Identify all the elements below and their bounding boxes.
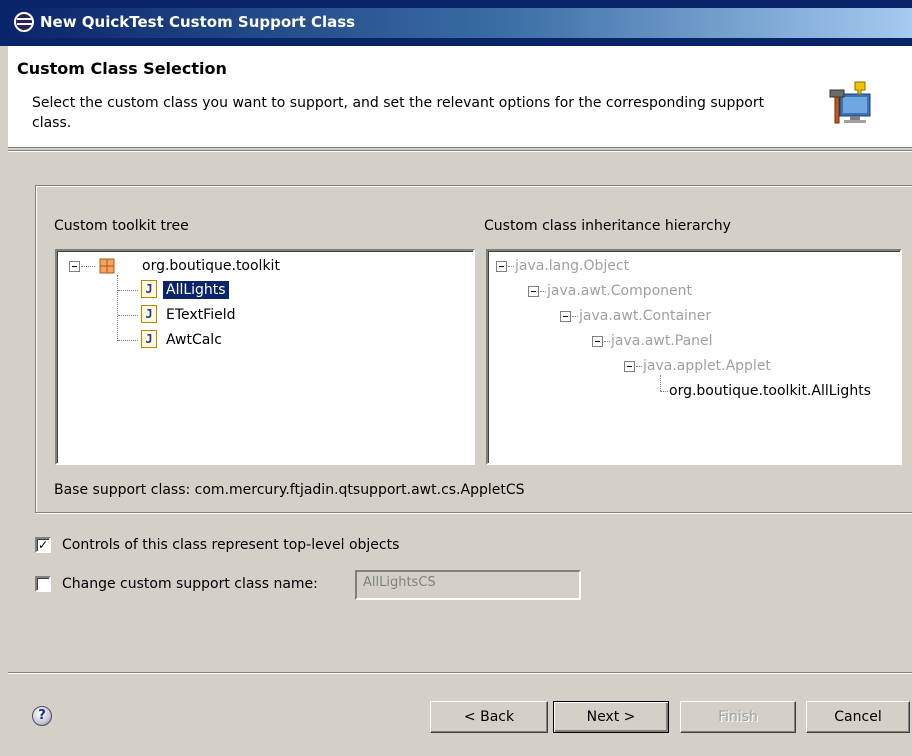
class-name-field[interactable]: AllLightsCS — [355, 570, 581, 600]
tree-root-node[interactable]: org.boutique.toolkit — [139, 255, 283, 277]
wizard-hammer-icon — [829, 81, 871, 124]
page-description: Select the custom class you want to supp… — [32, 95, 765, 131]
tree-item-alllights[interactable]: AllLights — [163, 279, 229, 301]
tree-connector — [118, 340, 138, 341]
collapse-icon[interactable] — [560, 311, 571, 322]
wizard-header: Custom Class Selection Select the custom… — [8, 46, 912, 148]
collapse-icon[interactable] — [592, 336, 603, 347]
title-bar: New QuickTest Custom Support Class — [0, 0, 912, 46]
hierarchy-label-text: java.awt.Panel — [611, 333, 713, 349]
hierarchy-label-text: java.lang.Object — [515, 258, 630, 274]
hierarchy-label-text: org.boutique.toolkit.AllLights — [669, 383, 871, 399]
tree-connector — [118, 290, 138, 291]
header-separator — [8, 150, 912, 152]
tree-item-label: AwtCalc — [166, 332, 222, 348]
hierarchy-node-alllights: org.boutique.toolkit.AllLights — [666, 380, 874, 402]
button-bar-separator — [8, 672, 912, 674]
hierarchy-node-container: java.awt.Container — [576, 305, 714, 327]
tree-item-label: AllLights — [163, 281, 229, 299]
back-button[interactable]: < Back — [430, 701, 548, 733]
window-title: New QuickTest Custom Support Class — [40, 13, 356, 31]
base-support-class: Base support class: com.mercury.ftjadin.… — [54, 482, 525, 498]
hierarchy-label-text: java.awt.Container — [579, 308, 712, 324]
collapse-icon[interactable] — [624, 361, 635, 372]
eclipse-app-icon — [14, 12, 34, 32]
tree-connector — [117, 275, 118, 341]
hierarchy-label: Custom class inheritance hierarchy — [484, 218, 731, 234]
collapse-icon[interactable] — [496, 261, 507, 272]
java-file-icon: J — [141, 280, 157, 298]
tree-connector — [81, 266, 95, 267]
tree-connector — [118, 315, 138, 316]
hierarchy-label-text: java.applet.Applet — [643, 358, 771, 374]
collapse-icon[interactable] — [528, 286, 539, 297]
tree-item-etextfield[interactable]: ETextField — [163, 304, 238, 326]
help-icon[interactable]: ? — [32, 706, 52, 726]
top-level-label[interactable]: Controls of this class represent top-lev… — [62, 537, 399, 553]
java-file-icon: J — [141, 330, 157, 348]
hierarchy-node-component: java.awt.Component — [544, 280, 695, 302]
toolkit-tree[interactable]: org.boutique.toolkit J AllLights J EText… — [55, 249, 475, 465]
hierarchy-node-object: java.lang.Object — [512, 255, 632, 277]
hierarchy-label-text: java.awt.Component — [547, 283, 693, 299]
tree-root-label: org.boutique.toolkit — [142, 258, 280, 274]
collapse-icon[interactable] — [69, 261, 80, 272]
hierarchy-node-panel: java.awt.Panel — [608, 330, 716, 352]
java-file-icon: J — [141, 305, 157, 323]
tree-item-awtcalc[interactable]: AwtCalc — [163, 329, 225, 351]
package-icon — [99, 258, 115, 274]
toolkit-tree-label: Custom toolkit tree — [54, 218, 189, 234]
tree-connector — [660, 375, 661, 391]
hierarchy-tree[interactable]: java.lang.Object java.awt.Component java… — [486, 249, 902, 465]
change-name-label[interactable]: Change custom support class name: — [62, 576, 318, 592]
hierarchy-node-applet: java.applet.Applet — [640, 355, 774, 377]
top-level-checkbox[interactable]: ✓ — [35, 537, 51, 553]
next-button[interactable]: Next > — [553, 701, 669, 733]
page-title: Custom Class Selection — [17, 59, 227, 78]
tree-item-label: ETextField — [166, 307, 236, 323]
change-name-checkbox[interactable] — [35, 576, 51, 592]
cancel-button[interactable]: Cancel — [806, 701, 910, 733]
finish-button[interactable]: Finish — [680, 701, 796, 733]
